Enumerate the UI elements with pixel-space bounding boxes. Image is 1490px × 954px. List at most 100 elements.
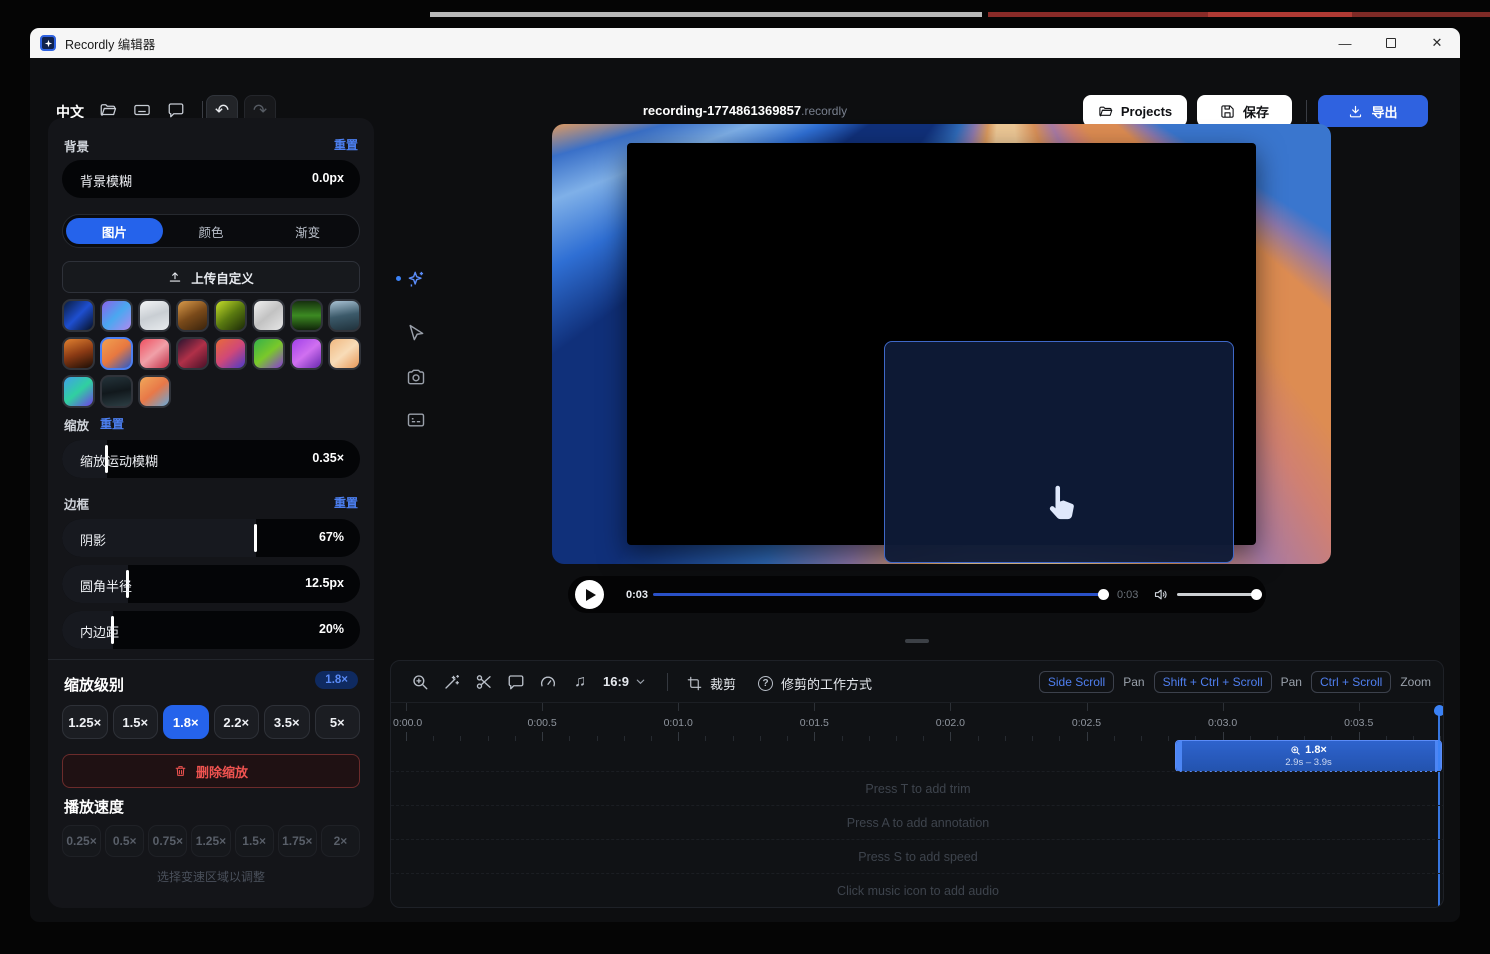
seek-handle[interactable]: [1098, 589, 1109, 600]
background-thumbnail-white-landscape[interactable]: [138, 299, 171, 332]
background-thumbnail-orange-terrain[interactable]: [176, 299, 209, 332]
segment-left-handle[interactable]: [1176, 741, 1182, 771]
timeline-resize-handle[interactable]: [905, 639, 929, 643]
speed-option-0.25×[interactable]: 0.25×: [62, 825, 101, 857]
speed-option-2×[interactable]: 2×: [321, 825, 360, 857]
window-title: Recordly 编辑器: [65, 34, 155, 53]
speed-option-1.25×[interactable]: 1.25×: [191, 825, 230, 857]
zoom-reset-link[interactable]: 重置: [100, 415, 124, 432]
seek-slider[interactable]: [653, 593, 1104, 596]
play-button[interactable]: [575, 580, 604, 609]
volume-slider[interactable]: [1177, 593, 1257, 596]
titlebar: Recordly 编辑器 — ✕: [30, 28, 1460, 58]
speed-option-0.75×[interactable]: 0.75×: [148, 825, 187, 857]
background-tab-渐变[interactable]: 渐变: [259, 218, 356, 244]
annotation-icon[interactable]: [507, 673, 525, 691]
music-icon[interactable]: ♫: [571, 673, 589, 691]
settings-panel: 背景 重置 背景模糊 0.0px 图片颜色渐变 上传自定义 缩放 重置 缩放运动…: [48, 118, 374, 908]
border-slider-阴影[interactable]: 阴影67%: [62, 519, 360, 557]
zoom-level-option-2.2×[interactable]: 2.2×: [214, 705, 260, 739]
scissors-icon[interactable]: [475, 673, 493, 691]
volume-icon[interactable]: [1153, 587, 1168, 602]
minimize-button[interactable]: —: [1322, 28, 1368, 58]
shortcut-badge: Ctrl + Scroll: [1311, 671, 1391, 693]
projects-button[interactable]: Projects: [1083, 95, 1187, 127]
zoom-in-icon[interactable]: [411, 673, 429, 691]
playback-speed-title: 播放速度: [64, 796, 124, 817]
aspect-ratio-dropdown[interactable]: 16:9: [603, 674, 646, 689]
border-slider-圆角半径[interactable]: 圆角半径12.5px: [62, 565, 360, 603]
zoom-target-region[interactable]: [884, 341, 1234, 563]
chevron-down-icon: [635, 676, 646, 687]
volume-handle[interactable]: [1251, 589, 1262, 600]
background-reset-link[interactable]: 重置: [334, 136, 358, 153]
zoom-segment[interactable]: 1.8× 2.9s – 3.9s: [1175, 740, 1442, 772]
ruler-tick: [760, 736, 761, 741]
ruler-tick: [1005, 736, 1006, 741]
speed-option-1.5×[interactable]: 1.5×: [235, 825, 274, 857]
background-thumbnail-white-ripple[interactable]: [252, 299, 285, 332]
background-tab-图片[interactable]: 图片: [66, 218, 163, 244]
zoom-level-option-1.25×[interactable]: 1.25×: [62, 705, 108, 739]
background-thumbnail-aurora-blue[interactable]: [62, 375, 95, 408]
background-thumbnail-red-pink-waves[interactable]: [138, 337, 171, 370]
delete-zoom-button[interactable]: 删除缩放: [62, 754, 360, 788]
background-thumbnail-dark-blue-abstract[interactable]: [62, 299, 95, 332]
background-thumbnail-mountain-lake[interactable]: [328, 299, 361, 332]
delete-zoom-label: 删除缩放: [196, 762, 248, 781]
background-thumbnail-night-mountain[interactable]: [100, 375, 133, 408]
background-thumbnail-green-yellow-abstract[interactable]: [214, 299, 247, 332]
background-blur-slider[interactable]: 背景模糊 0.0px: [62, 160, 360, 198]
zoom-level-option-5×[interactable]: 5×: [315, 705, 361, 739]
background-thumbnail-sunset-waves[interactable]: [214, 337, 247, 370]
background-thumbnail-purple-blue-flow[interactable]: [100, 299, 133, 332]
trim-help-button[interactable]: ? 修剪的工作方式: [758, 674, 872, 693]
export-label: 导出: [1371, 102, 1397, 121]
ruler-major-tick: [542, 703, 543, 711]
background-thumbnail-violet-pink[interactable]: [290, 337, 323, 370]
speed-option-1.75×[interactable]: 1.75×: [278, 825, 317, 857]
background-thumbnail-orange-blue-rays[interactable]: [100, 337, 133, 370]
crop-button[interactable]: 裁剪: [687, 674, 736, 693]
camera-tool-icon[interactable]: [406, 367, 426, 387]
export-button[interactable]: 导出: [1318, 95, 1428, 127]
auto-zoom-effects-icon[interactable]: [406, 269, 426, 289]
ruler-tick: [488, 736, 489, 741]
aspect-ratio-value: 16:9: [603, 674, 629, 689]
background-thumbnail-green-purple-flow[interactable]: [252, 337, 285, 370]
zoom-level-option-3.5×[interactable]: 3.5×: [264, 705, 310, 739]
shortcut-action: Pan: [1281, 675, 1302, 689]
zoom-motion-blur-value: 0.35×: [312, 451, 344, 465]
slider-handle[interactable]: [254, 524, 257, 552]
filename-extension: .recordly: [801, 104, 847, 118]
background-thumbnails: [62, 299, 362, 408]
maximize-button[interactable]: [1368, 28, 1414, 58]
background-thumbnail-green-matrix[interactable]: [290, 299, 323, 332]
border-reset-link[interactable]: 重置: [334, 494, 358, 511]
zoom-level-option-1.8×[interactable]: 1.8×: [163, 705, 209, 739]
background-thumbnail-amber-dusk[interactable]: [62, 337, 95, 370]
background-tab-颜色[interactable]: 颜色: [163, 218, 260, 244]
cursor-tool-icon[interactable]: [406, 323, 426, 343]
timeline-ruler[interactable]: 0:00.00:00.50:01.00:01.50:02.00:02.50:03…: [391, 703, 1444, 741]
captions-tool-icon[interactable]: [406, 410, 426, 430]
save-button[interactable]: 保存: [1197, 95, 1292, 127]
preview-canvas[interactable]: [552, 124, 1331, 564]
ruler-label: 0:00.0: [393, 717, 422, 729]
zoom-level-option-1.5×[interactable]: 1.5×: [113, 705, 159, 739]
play-icon: [586, 589, 596, 601]
ruler-major-tick: [1087, 703, 1088, 711]
zoom-motion-blur-slider[interactable]: 缩放运动模糊 0.35×: [62, 440, 360, 478]
track-hint-row: Press S to add speed: [391, 839, 1444, 873]
close-button[interactable]: ✕: [1414, 28, 1460, 58]
background-thumbnail-peach-cream[interactable]: [328, 337, 361, 370]
background-thumbnail-dark-red-purple[interactable]: [176, 337, 209, 370]
border-slider-内边距[interactable]: 内边距20%: [62, 611, 360, 649]
ruler-tick: [624, 736, 625, 741]
speed-option-0.5×[interactable]: 0.5×: [105, 825, 144, 857]
speed-gauge-icon[interactable]: [539, 673, 557, 691]
magic-wand-icon[interactable]: [443, 673, 461, 691]
background-thumbnail-cloud-sunset[interactable]: [138, 375, 171, 408]
desktop: Recordly 编辑器 — ✕ 中文 ↶ ↷ recording-1: [0, 0, 1490, 954]
upload-custom-button[interactable]: 上传自定义: [62, 261, 360, 293]
